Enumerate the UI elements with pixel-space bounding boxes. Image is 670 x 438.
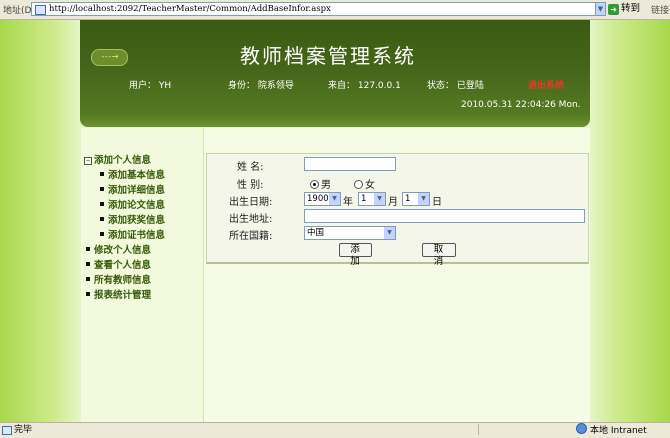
bullet-icon xyxy=(100,232,104,236)
url-text: http://localhost:2092/TeacherMaster/Comm… xyxy=(49,4,331,14)
zone-text: 本地 Intranet xyxy=(590,426,647,436)
menu-item-add-certificate[interactable]: 添加证书信息 xyxy=(84,228,165,243)
url-dropdown-button[interactable]: ▼ xyxy=(595,2,606,16)
collapse-icon[interactable]: − xyxy=(84,157,92,165)
user-info: 用户： YH xyxy=(129,81,172,91)
dropdown-arrow-icon: ▼ xyxy=(374,193,385,205)
day-select[interactable]: 1 ▼ xyxy=(402,192,430,206)
menu-item-label: 添加详细信息 xyxy=(108,185,166,196)
intranet-globe-icon xyxy=(576,423,587,434)
status-text: 完毕 xyxy=(14,425,33,435)
day-unit: 日 xyxy=(432,197,442,208)
name-label: 姓 名: xyxy=(237,162,264,173)
bullet-icon xyxy=(100,217,104,221)
nationality-value: 中国 xyxy=(307,228,325,238)
bullet-icon xyxy=(86,262,90,266)
main-content: 姓 名: 性 别: 男 女 出生日期: 1900 ▼ 年 1 ▼ 月 1 ▼ 日 出生… xyxy=(204,128,590,422)
menu-item-label: 报表统计管理 xyxy=(94,290,152,301)
birthplace-label: 出生地址: xyxy=(229,214,273,225)
page-viewport: - - - → 教师档案管理系统 用户： YH 身份： 院系领导 来自： 127… xyxy=(0,20,670,422)
menu-item-modify-personal[interactable]: 修改个人信息 xyxy=(84,243,165,258)
menu-item-add-basic[interactable]: 添加基本信息 xyxy=(84,168,165,183)
logout-link[interactable]: 退出系统 xyxy=(528,78,564,91)
menu-item-label: 添加证书信息 xyxy=(108,230,166,241)
sidebar: − 添加个人信息 添加基本信息 添加详细信息 添加论文信息 添加获奖信息 添加证书… xyxy=(81,128,204,422)
login-state: 状态： 已登陆 xyxy=(427,81,484,91)
radio-checked-icon[interactable] xyxy=(310,180,319,189)
name-input[interactable] xyxy=(304,157,396,171)
cancel-button[interactable]: 取消 xyxy=(422,243,456,267)
radio-unchecked-icon[interactable] xyxy=(354,180,363,189)
go-label: 转到 xyxy=(621,3,641,14)
menu-item-label: 添加基本信息 xyxy=(108,170,166,181)
birthdate-label: 出生日期: xyxy=(229,197,273,208)
bullet-icon xyxy=(100,187,104,191)
nationality-select[interactable]: 中国 ▼ xyxy=(304,226,396,240)
ip-info: 来自： 127.0.0.1 xyxy=(328,81,401,91)
basic-info-form: 姓 名: 性 别: 男 女 出生日期: 1900 ▼ 年 1 ▼ 月 1 ▼ 日 出生… xyxy=(206,153,589,267)
menu-item-label: 添加论文信息 xyxy=(108,200,166,211)
menu-item-add-detail[interactable]: 添加详细信息 xyxy=(84,183,165,198)
bullet-icon xyxy=(86,292,90,296)
url-input[interactable]: http://localhost:2092/TeacherMaster/Comm… xyxy=(31,2,606,16)
menu-group-label: 添加个人信息 xyxy=(94,155,152,166)
datetime: 2010.05.31 22:04:26 Mon. xyxy=(461,100,581,110)
dropdown-arrow-icon: ▼ xyxy=(329,193,340,205)
nationality-label: 所在国籍: xyxy=(229,231,273,242)
month-value: 1 xyxy=(361,194,367,204)
menu-item-add-paper[interactable]: 添加论文信息 xyxy=(84,198,165,213)
menu-item-label: 添加获奖信息 xyxy=(108,215,166,226)
birthplace-input[interactable] xyxy=(304,209,585,223)
go-button[interactable]: ➜ 转到 xyxy=(608,2,640,16)
gender-male-option[interactable]: 男 xyxy=(310,176,331,191)
bullet-icon xyxy=(86,247,90,251)
role-info: 身份： 院系领导 xyxy=(228,81,294,91)
status-bar: 完毕 本地 Intranet xyxy=(0,422,670,437)
menu-item-reports[interactable]: 报表统计管理 xyxy=(84,288,165,303)
status-cells xyxy=(478,424,574,435)
dropdown-arrow-icon: ▼ xyxy=(418,193,429,205)
day-value: 1 xyxy=(405,194,411,204)
gender-female-label: 女 xyxy=(365,180,375,191)
add-button[interactable]: 添加 xyxy=(339,243,372,267)
address-bar: 地址(D) http://localhost:2092/TeacherMaste… xyxy=(0,0,670,20)
gender-label: 性 别: xyxy=(237,180,264,191)
menu-item-add-award[interactable]: 添加获奖信息 xyxy=(84,213,165,228)
menu-item-label: 修改个人信息 xyxy=(94,245,152,256)
month-select[interactable]: 1 ▼ xyxy=(358,192,386,206)
dropdown-arrow-icon: ▼ xyxy=(384,227,395,239)
menu-group-add-personal[interactable]: − 添加个人信息 xyxy=(84,153,165,168)
menu-item-label: 查看个人信息 xyxy=(94,260,152,271)
bullet-icon xyxy=(100,202,104,206)
menu-item-label: 所有教师信息 xyxy=(94,275,152,286)
menu-item-view-personal[interactable]: 查看个人信息 xyxy=(84,258,165,273)
gender-male-label: 男 xyxy=(321,180,331,191)
system-title: 教师档案管理系统 xyxy=(240,44,416,68)
bullet-icon xyxy=(100,172,104,176)
sidebar-menu: − 添加个人信息 添加基本信息 添加详细信息 添加论文信息 添加获奖信息 添加证书… xyxy=(84,153,165,303)
arrow-logo-icon: - - - → xyxy=(91,49,128,66)
month-unit: 月 xyxy=(388,197,398,208)
go-arrow-icon: ➜ xyxy=(608,4,619,15)
site-header: - - - → 教师档案管理系统 用户： YH 身份： 院系领导 来自： 127… xyxy=(80,20,590,127)
done-page-icon xyxy=(2,426,12,435)
menu-item-all-teachers[interactable]: 所有教师信息 xyxy=(84,273,165,288)
year-unit: 年 xyxy=(343,197,353,208)
page-icon xyxy=(35,5,46,15)
links-button[interactable]: 链接 xyxy=(651,3,669,16)
year-value: 1900 xyxy=(307,194,329,204)
gender-female-option[interactable]: 女 xyxy=(354,176,375,191)
year-select[interactable]: 1900 ▼ xyxy=(304,192,341,206)
bullet-icon xyxy=(86,277,90,281)
